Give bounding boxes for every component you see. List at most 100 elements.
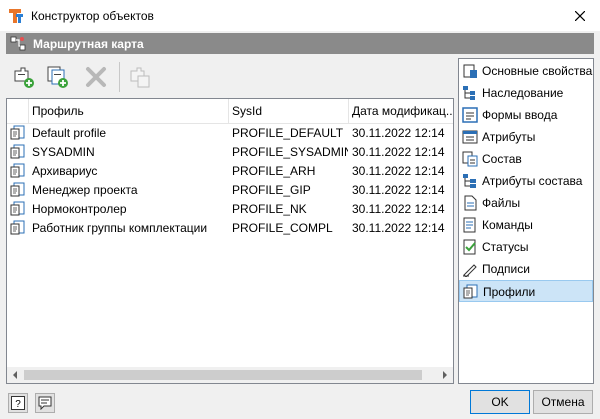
nav-item-label: Формы ввода — [482, 108, 558, 122]
column-header-icon — [7, 99, 29, 124]
profile-sysid: PROFILE_SYSADMIN — [232, 145, 348, 159]
help-button[interactable]: ? — [8, 393, 28, 413]
profile-name: Работник группы комплектации — [32, 221, 208, 235]
profile-sysid: PROFILE_ARH — [232, 164, 316, 178]
nav-item-input-forms[interactable]: Формы ввода — [459, 104, 593, 126]
profile-icon — [10, 163, 25, 178]
profile-date: 30.11.2022 12:14 — [352, 202, 445, 216]
help-icon: ? — [11, 396, 25, 410]
nav-item-composition-attributes[interactable]: Атрибуты состава — [459, 170, 593, 192]
profile-icon — [10, 125, 25, 140]
nav-item-label: Подписи — [482, 262, 530, 276]
scroll-right-button[interactable] — [437, 367, 453, 383]
profile-date: 30.11.2022 12:14 — [352, 145, 445, 159]
profile-name: SYSADMIN — [32, 145, 95, 159]
object-title: Маршрутная карта — [33, 37, 144, 51]
profile-icon — [10, 182, 25, 197]
nav-item-attributes[interactable]: Атрибуты — [459, 126, 593, 148]
chevron-left-icon — [13, 371, 17, 379]
profile-sysid: PROFILE_COMPL — [232, 221, 333, 235]
nav-item-commands[interactable]: Команды — [459, 214, 593, 236]
cancel-button[interactable]: Отмена — [533, 390, 593, 414]
input-forms-icon — [462, 107, 478, 123]
table-body: Default profile PROFILE_DEFAULT 30.11.2022… — [7, 124, 453, 238]
add-profile-button[interactable] — [10, 63, 38, 91]
nav-item-label: Основные свойства — [482, 64, 593, 78]
attributes-icon — [462, 130, 478, 144]
close-icon — [575, 11, 585, 21]
table-row[interactable]: Работник группы комплектации PROFILE_COMP… — [7, 219, 453, 238]
nav-item-label: Наследование — [482, 86, 564, 100]
profile-name: Архивариус — [32, 164, 98, 178]
comment-button[interactable] — [35, 393, 55, 413]
scroll-left-button[interactable] — [7, 367, 23, 383]
table-row[interactable]: Нормоконтролер PROFILE_NK 30.11.2022 12:14 — [7, 200, 453, 219]
composition-icon — [462, 151, 478, 167]
delete-icon — [86, 67, 106, 87]
profile-name: Менеджер проекта — [32, 183, 138, 197]
nav-item-files[interactable]: Файлы — [459, 192, 593, 214]
profile-name: Default profile — [32, 126, 107, 140]
nav-item-statuses[interactable]: Статусы — [459, 236, 593, 258]
nav-item-composition[interactable]: Состав — [459, 148, 593, 170]
route-card-icon — [10, 36, 26, 51]
profile-icon — [10, 144, 25, 159]
signatures-icon — [463, 264, 477, 277]
copy-icon — [130, 67, 150, 88]
table-row[interactable]: SYSADMIN PROFILE_SYSADMIN 30.11.2022 12:14 — [7, 143, 453, 162]
column-header-sysid[interactable]: SysId — [229, 99, 349, 124]
profile-date: 30.11.2022 12:14 — [352, 164, 445, 178]
delete-button[interactable] — [82, 63, 110, 91]
properties-icon — [463, 64, 477, 78]
close-button[interactable] — [570, 6, 590, 26]
table-header: Профиль SysId Дата модификац... — [7, 99, 453, 124]
nav-item-properties[interactable]: Основные свойства — [459, 60, 593, 82]
profile-date: 30.11.2022 12:14 — [352, 183, 445, 197]
add-from-template-icon — [47, 66, 68, 88]
profile-date: 30.11.2022 12:14 — [352, 221, 445, 235]
profiles-table[interactable]: Профиль SysId Дата модификац... Default … — [6, 98, 454, 384]
nav-item-label: Файлы — [482, 196, 521, 210]
profile-name: Нормоконтролер — [32, 202, 127, 216]
toolbar — [6, 58, 454, 96]
nav-item-label: Статусы — [482, 240, 529, 254]
profiles-icon — [463, 284, 478, 299]
table-row[interactable]: Архивариус PROFILE_ARH 30.11.2022 12:14 — [7, 162, 453, 181]
files-icon — [464, 195, 477, 211]
nav-item-label: Команды — [482, 218, 533, 232]
profile-icon — [10, 201, 25, 216]
comment-icon — [38, 396, 52, 410]
window-title: Конструктор объектов — [31, 9, 154, 23]
object-header: Маршрутная карта — [6, 33, 594, 54]
horizontal-scrollbar[interactable] — [7, 367, 453, 383]
toolbar-separator — [119, 62, 120, 92]
title-bar: Конструктор объектов — [0, 0, 600, 31]
table-row[interactable]: Менеджер проекта PROFILE_GIP 30.11.2022 12… — [7, 181, 453, 200]
scroll-thumb[interactable] — [24, 370, 422, 380]
commands-icon — [463, 217, 476, 233]
app-logo-icon — [9, 9, 23, 23]
composition-attributes-icon — [463, 174, 476, 188]
add-from-template-button[interactable] — [44, 63, 72, 91]
column-header-date[interactable]: Дата модификац... — [349, 99, 453, 124]
section-nav: Основные свойства Наследование Формы ввода… — [458, 58, 594, 384]
nav-item-label: Атрибуты — [482, 130, 536, 144]
nav-item-label: Атрибуты состава — [482, 174, 583, 188]
copy-button[interactable] — [126, 63, 154, 91]
profile-sysid: PROFILE_NK — [232, 202, 307, 216]
profile-icon — [10, 220, 25, 235]
nav-item-signatures[interactable]: Подписи — [459, 258, 593, 280]
add-icon — [14, 67, 34, 88]
table-row[interactable]: Default profile PROFILE_DEFAULT 30.11.2022… — [7, 124, 453, 143]
statuses-icon — [463, 239, 476, 255]
nav-item-inheritance[interactable]: Наследование — [459, 82, 593, 104]
nav-item-profiles[interactable]: Профили — [459, 280, 593, 302]
ok-button[interactable]: OK — [470, 390, 530, 414]
nav-item-label: Профили — [483, 285, 536, 299]
chevron-right-icon — [443, 371, 447, 379]
profile-sysid: PROFILE_DEFAULT — [232, 126, 344, 140]
column-header-profile[interactable]: Профиль — [29, 99, 229, 124]
profile-sysid: PROFILE_GIP — [232, 183, 311, 197]
nav-item-label: Состав — [482, 152, 522, 166]
inheritance-icon — [463, 86, 475, 100]
